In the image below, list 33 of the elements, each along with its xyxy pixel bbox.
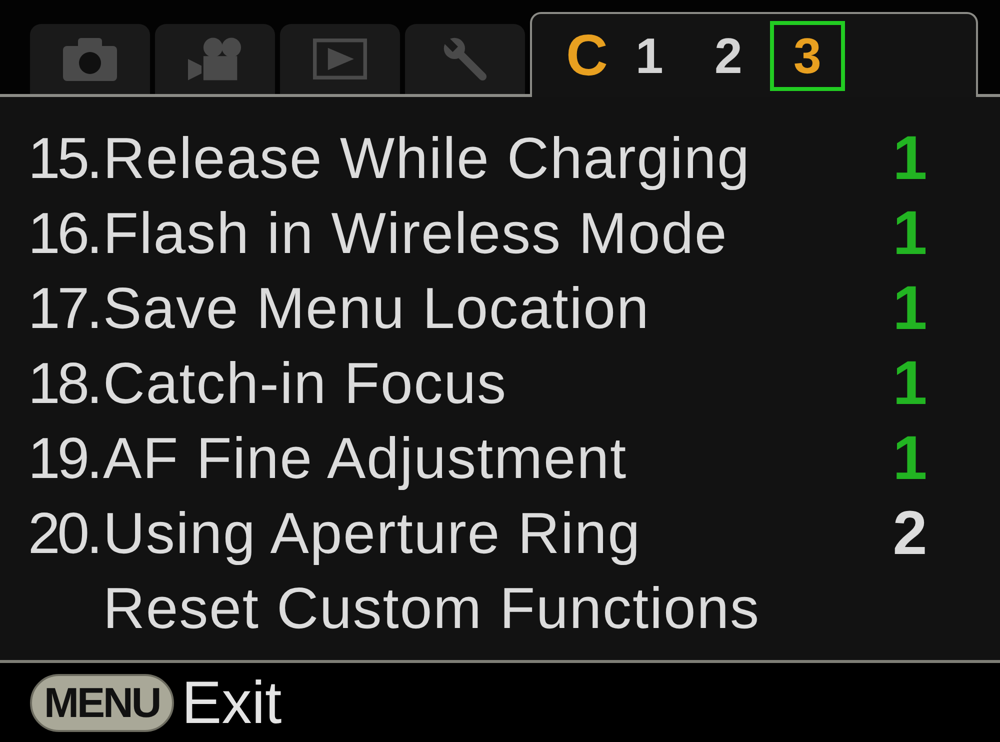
- page-tab[interactable]: 2: [690, 20, 766, 90]
- custom-menu-letter: C: [566, 26, 608, 84]
- setting-value: 1: [892, 198, 928, 269]
- menu-item-label[interactable]: Release While Charging: [103, 125, 865, 192]
- page-tab[interactable]: 1: [612, 20, 687, 90]
- setting-value: 1: [892, 423, 928, 494]
- playback-icon: [313, 37, 367, 81]
- menu-item-label[interactable]: Flash in Wireless Mode: [103, 200, 865, 267]
- menu-tab[interactable]: [405, 24, 525, 94]
- menu-tab[interactable]: C 1 2 3: [530, 12, 978, 97]
- menu-item-label[interactable]: Reset Custom Functions: [103, 575, 1000, 642]
- menu-item-label[interactable]: Using Aperture Ring: [103, 500, 865, 567]
- setting-value: 1: [892, 273, 928, 344]
- menu-tab[interactable]: [280, 24, 400, 94]
- menu-tab[interactable]: [30, 24, 150, 94]
- menu-tab[interactable]: [155, 24, 275, 94]
- menu-item-label[interactable]: Save Menu Location: [103, 275, 865, 342]
- page-tab[interactable]: 3: [770, 20, 845, 90]
- setting-value: 1: [892, 123, 928, 194]
- item-number: 19.: [28, 425, 101, 492]
- menu-key: MENU: [30, 674, 174, 732]
- camera-icon: [63, 37, 117, 81]
- item-number: 17.: [28, 275, 101, 342]
- item-number: 20.: [28, 500, 101, 567]
- item-number: 16.: [28, 200, 101, 267]
- item-number: 18.: [28, 350, 101, 417]
- exit-label: Exit: [182, 672, 282, 732]
- menu-item-label[interactable]: Catch-in Focus: [103, 350, 865, 417]
- setting-value: 1: [892, 348, 928, 419]
- menu-item-label[interactable]: AF Fine Adjustment: [103, 425, 865, 492]
- movie-camera-icon: [188, 37, 242, 81]
- setting-value: 2: [892, 498, 928, 569]
- item-number: 15.: [28, 125, 101, 192]
